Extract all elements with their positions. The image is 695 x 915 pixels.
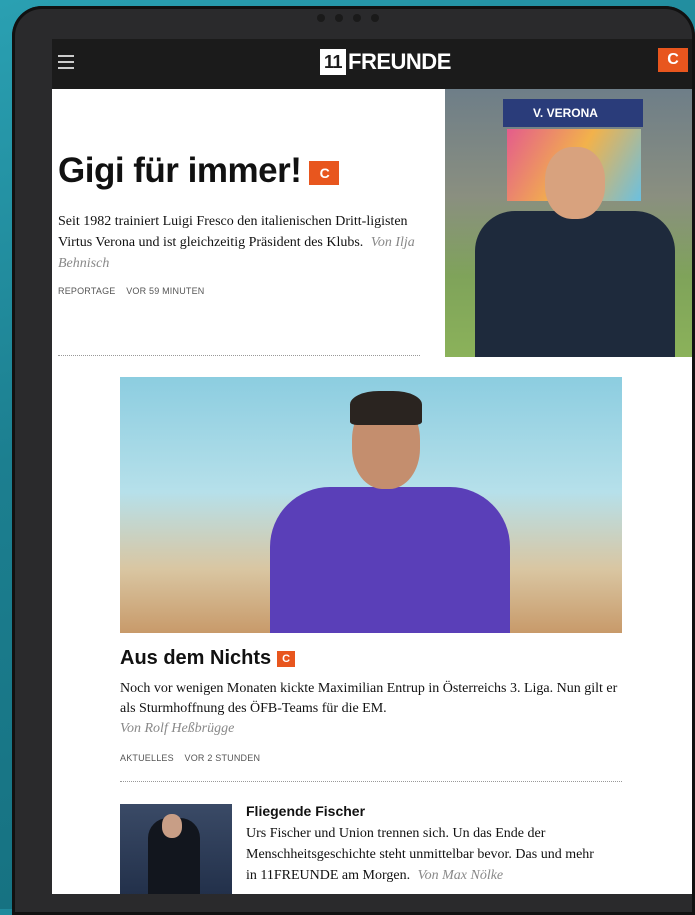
- hero-title[interactable]: Gigi für immer! C: [58, 151, 340, 191]
- article-title[interactable]: Aus dem Nichts C: [120, 647, 296, 670]
- article-title-text[interactable]: Aus dem Nichts: [120, 647, 271, 669]
- article-author: Von Rolf Heßbrügge: [120, 721, 235, 736]
- small-article-title[interactable]: Fliegende Fischer: [246, 803, 365, 819]
- hero-category[interactable]: REPORTAGE: [58, 286, 115, 296]
- article-meta: AKTUELLES VOR 2 STUNDEN: [120, 753, 260, 763]
- small-article-description: Urs Fischer und Union trennen sich. Un d…: [246, 823, 606, 886]
- site-logo[interactable]: 11 FREUNDE: [320, 49, 451, 75]
- hero-time: VOR 59 MINUTEN: [126, 286, 205, 296]
- logo-number: 11: [320, 49, 347, 75]
- small-article-thumbnail[interactable]: [120, 804, 232, 894]
- hero-meta: REPORTAGE VOR 59 MINUTEN: [58, 286, 205, 296]
- top-navigation-bar: 11 FREUNDE C: [52, 39, 692, 89]
- player-figure: [270, 387, 510, 633]
- hero-divider: [58, 355, 420, 356]
- article-photo[interactable]: [120, 377, 622, 633]
- article-category[interactable]: AKTUELLES: [120, 753, 174, 763]
- plus-badge: C: [309, 160, 340, 185]
- plus-badge: C: [277, 650, 296, 667]
- tablet-screen: 11 FREUNDE C Gigi für immer! C Seit 1982 …: [52, 39, 692, 894]
- plus-badge-button[interactable]: C: [658, 48, 688, 72]
- small-article-author: Von Max Nölke: [417, 868, 504, 883]
- person-head: [545, 147, 605, 219]
- camera-dots: [317, 14, 379, 22]
- hero-description: Seit 1982 trainiert Luigi Fresco den ita…: [58, 211, 418, 274]
- hero-title-text[interactable]: Gigi für immer!: [58, 151, 302, 190]
- stadium-sign: V. VERONA: [503, 99, 643, 127]
- hero-description-text: Seit 1982 trainiert Luigi Fresco den ita…: [58, 214, 408, 250]
- article-divider: [120, 781, 622, 782]
- person-figure: [475, 211, 675, 357]
- hero-photo[interactable]: V. VERONA: [445, 89, 692, 357]
- article-time: VOR 2 STUNDEN: [184, 753, 261, 763]
- article-description: Noch vor wenigen Monaten kickte Maximili…: [120, 681, 618, 716]
- hamburger-icon[interactable]: [58, 55, 74, 69]
- logo-text: FREUNDE: [348, 49, 451, 74]
- tablet-frame: 11 FREUNDE C Gigi für immer! C Seit 1982 …: [12, 6, 695, 915]
